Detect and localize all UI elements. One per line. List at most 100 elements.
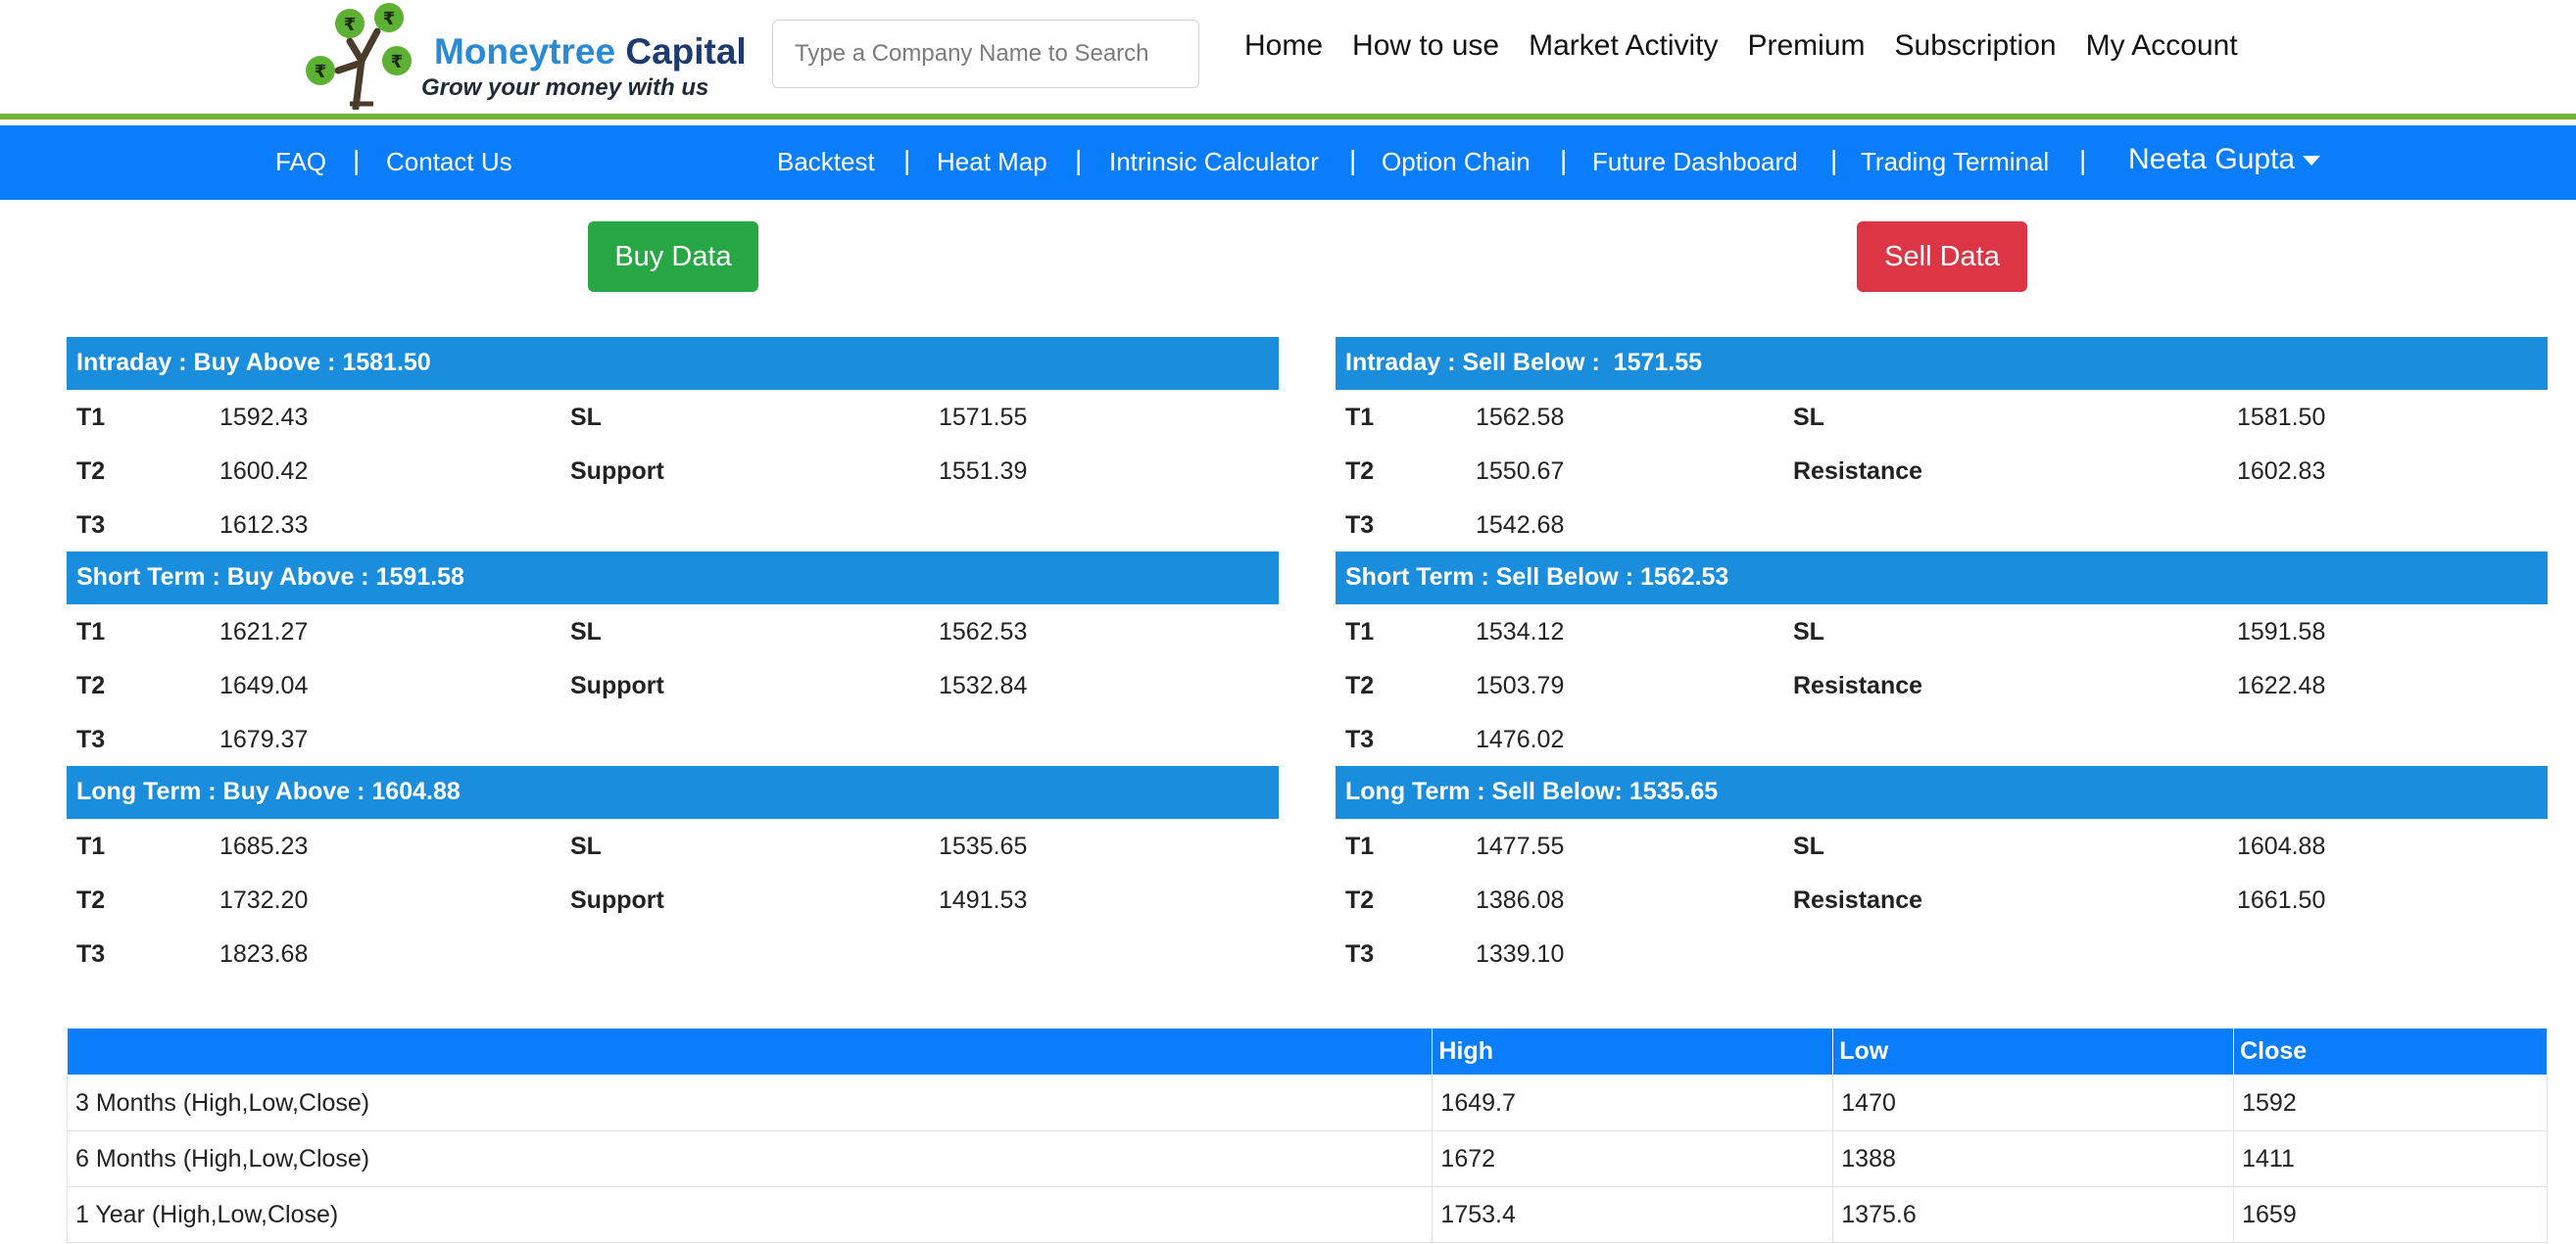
table-row: 1 Year (High,Low,Close) 1753.4 1375.6 16… (66, 1186, 2548, 1243)
target-label: T3 (1345, 726, 1375, 753)
target-row: T2 1649.04 Support 1532.84 (67, 658, 1279, 712)
nav-faq[interactable]: FAQ (275, 147, 326, 177)
brand-name-part1: Moneytree (434, 31, 616, 72)
target-label: T2 (1345, 457, 1375, 485)
nav-subscription[interactable]: Subscription (1895, 29, 2057, 63)
svg-text:₹: ₹ (344, 15, 357, 35)
target-value: 1649.04 (219, 672, 309, 699)
nav-separator: | (1075, 145, 1083, 175)
target-value: 1386.08 (1476, 886, 1565, 914)
target-row: T3 1679.37 (67, 712, 1279, 766)
target-row: T2 1386.08 Resistance 1661.50 (1336, 873, 2548, 927)
key-label: Support (570, 457, 664, 485)
target-value: 1685.23 (219, 833, 309, 860)
target-label: T3 (76, 511, 106, 539)
key-value: 1591.58 (2237, 618, 2326, 646)
target-label: T1 (76, 618, 106, 646)
section-header: Short Term : Sell Below : 1562.53 (1336, 551, 2548, 604)
key-label: SL (570, 618, 602, 646)
top-header: ₹ ₹ ₹ ₹ Moneytree Capital Grow your mone… (0, 0, 2576, 120)
target-label: T1 (76, 404, 106, 431)
nav-separator: | (353, 145, 361, 175)
target-row: T1 1592.43 SL 1571.55 (67, 390, 1279, 444)
target-value: 1823.68 (219, 940, 309, 968)
nav-heat-map[interactable]: Heat Map (937, 147, 1047, 177)
key-value: 1602.83 (2237, 457, 2326, 485)
target-value: 1732.20 (219, 886, 309, 914)
user-menu[interactable]: Neeta Gupta (2128, 143, 2321, 176)
key-value: 1604.88 (2237, 833, 2326, 860)
target-label: T1 (1345, 833, 1375, 860)
target-row: T2 1550.67 Resistance 1602.83 (1336, 444, 2548, 498)
target-value: 1562.58 (1476, 404, 1565, 431)
high-cell: 1753.4 (1432, 1186, 1834, 1243)
target-label: T2 (76, 457, 106, 485)
nav-separator: | (903, 145, 911, 175)
key-value: 1535.65 (939, 833, 1028, 860)
key-label: Resistance (1793, 457, 1923, 485)
low-cell: 1470 (1832, 1075, 2235, 1131)
target-value: 1503.79 (1476, 672, 1565, 699)
target-label: T2 (1345, 672, 1375, 699)
high-cell: 1649.7 (1432, 1075, 1834, 1131)
section-header: Intraday : Buy Above : 1581.50 (67, 337, 1279, 390)
caret-down-icon (2303, 156, 2321, 167)
target-label: T2 (76, 886, 106, 914)
svg-text:₹: ₹ (391, 52, 404, 72)
target-value: 1621.27 (219, 618, 309, 646)
target-value: 1339.10 (1476, 940, 1565, 968)
target-row: T1 1534.12 SL 1591.58 (1336, 604, 2548, 658)
high-low-close-table: High Low Close 3 Months (High,Low,Close)… (66, 1028, 2548, 1243)
nav-how-to-use[interactable]: How to use (1352, 29, 1499, 63)
nav-intrinsic-calculator[interactable]: Intrinsic Calculator (1109, 147, 1319, 177)
nav-home[interactable]: Home (1244, 29, 1323, 63)
brand-logo[interactable]: ₹ ₹ ₹ ₹ Moneytree Capital Grow your mone… (299, 2, 759, 110)
target-row: T1 1621.27 SL 1562.53 (67, 604, 1279, 658)
nav-option-chain[interactable]: Option Chain (1382, 147, 1531, 177)
nav-premium[interactable]: Premium (1747, 29, 1865, 63)
target-label: T3 (76, 726, 106, 753)
key-value: 1562.53 (939, 618, 1028, 646)
nav-contact-us[interactable]: Contact Us (386, 147, 512, 177)
table-header-row: High Low Close (66, 1028, 2548, 1076)
target-row: T3 1476.02 (1336, 712, 2548, 766)
section-header: Intraday : Sell Below : 1571.55 (1336, 337, 2548, 390)
target-row: T3 1542.68 (1336, 498, 2548, 551)
buy-panel: Intraday : Buy Above : 1581.50 T1 1592.4… (67, 337, 1279, 981)
key-label: SL (1793, 404, 1824, 431)
key-value: 1551.39 (939, 457, 1028, 485)
target-label: T1 (1345, 404, 1375, 431)
nav-separator: | (2079, 145, 2087, 175)
target-row: T1 1477.55 SL 1604.88 (1336, 819, 2548, 873)
target-value: 1592.43 (219, 404, 309, 431)
key-label: SL (570, 404, 602, 431)
section-header: Long Term : Sell Below: 1535.65 (1336, 766, 2548, 819)
column-header-close: Close (2233, 1028, 2548, 1076)
target-row: T2 1732.20 Support 1491.53 (67, 873, 1279, 927)
key-value: 1581.50 (2237, 404, 2326, 431)
key-label: SL (1793, 833, 1824, 860)
target-row: T3 1823.68 (67, 927, 1279, 981)
section-header: Short Term : Buy Above : 1591.58 (67, 551, 1279, 604)
nav-future-dashboard[interactable]: Future Dashboard (1592, 147, 1798, 177)
low-cell: 1375.6 (1832, 1186, 2235, 1243)
nav-trading-terminal[interactable]: Trading Terminal (1861, 147, 2049, 177)
brand-name-part2: Capital (625, 31, 747, 72)
key-label: Resistance (1793, 672, 1923, 699)
target-value: 1679.37 (219, 726, 309, 753)
column-header (66, 1028, 1434, 1076)
nav-my-account[interactable]: My Account (2086, 29, 2238, 63)
buy-data-button[interactable]: Buy Data (588, 221, 758, 292)
sell-data-button[interactable]: Sell Data (1857, 221, 2027, 292)
svg-text:₹: ₹ (383, 9, 396, 29)
nav-backtest[interactable]: Backtest (777, 147, 875, 177)
nav-market-activity[interactable]: Market Activity (1529, 29, 1718, 63)
target-row: T3 1612.33 (67, 498, 1279, 551)
target-label: T3 (1345, 940, 1375, 968)
target-value: 1600.42 (219, 457, 309, 485)
company-search-input[interactable] (772, 20, 1199, 88)
key-value: 1622.48 (2237, 672, 2326, 699)
close-cell: 1592 (2233, 1075, 2548, 1131)
nav-separator: | (1830, 145, 1838, 175)
period-cell: 1 Year (High,Low,Close) (66, 1186, 1434, 1243)
